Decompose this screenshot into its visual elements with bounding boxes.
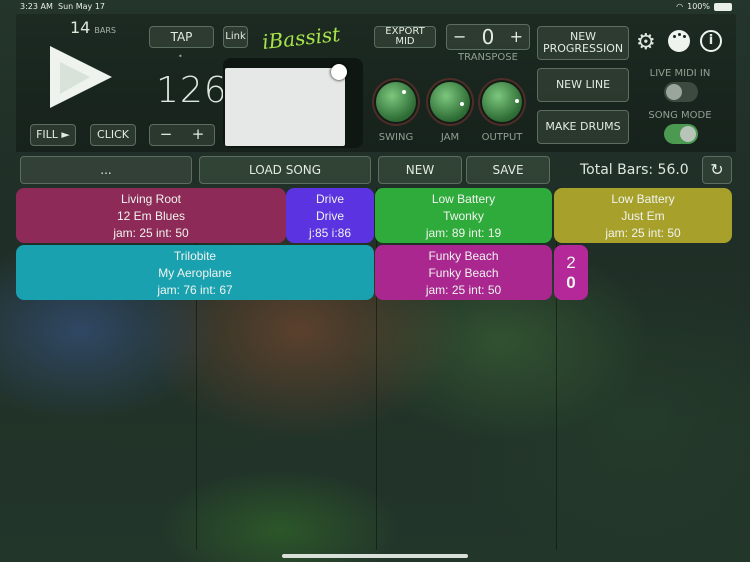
jam-knob[interactable] [430,82,470,122]
tap-button[interactable]: TAP [149,26,214,48]
refresh-icon[interactable]: ↻ [702,156,732,184]
clip-low-battery-twonky[interactable]: Low Battery Twonky jam: 89 int: 19 [375,188,552,243]
new-song-button[interactable]: NEW [378,156,462,184]
info-icon[interactable]: i [700,30,722,52]
clip-small[interactable]: 2 0 [554,245,588,300]
clip-progression: 12 Em Blues [116,208,186,223]
output-knob[interactable] [482,82,522,122]
tempo-plus[interactable]: + [192,126,205,143]
song-name-field[interactable]: ... [20,156,192,184]
clip-progression: My Aeroplane [158,265,232,280]
click-button[interactable]: CLICK [90,124,136,146]
grid-divider [376,188,377,550]
clip-progression: Drive [315,208,344,223]
home-indicator [282,554,468,558]
transpose-label: TRANSPOSE [458,52,518,63]
swing-knob[interactable] [376,82,416,122]
transpose-value: 0 [481,24,495,49]
grid-divider [556,188,557,550]
xy-pad[interactable] [225,68,345,146]
transpose-minus[interactable]: − [453,28,466,46]
clip-params: jam: 25 int: 50 [605,225,681,240]
top-panel: 14 BARS FILL ► CLICK TAP Link • 126 − + … [16,14,736,152]
gear-icon[interactable]: ⚙ [636,30,656,55]
bars-value: 14 [70,18,91,37]
clip-title: Drive [315,191,344,206]
bars-label: BARS [94,26,116,35]
clip-params: jam: 76 int: 67 [157,282,233,297]
clip-progression: Twonky [443,208,484,223]
battery-icon [714,2,732,11]
jam-label: JAM [440,132,460,143]
clip-title: Funky Beach [428,248,499,263]
link-button[interactable]: Link [223,26,248,48]
clip-progression: Just Em [621,208,665,223]
midi-icon[interactable] [668,30,690,52]
brand-logo: iBassist [260,21,342,55]
clip-params: jam: 89 int: 19 [425,225,502,240]
clip-number-sub: 0 [566,272,576,292]
battery-percent: 100% [687,2,710,11]
transpose-stepper[interactable]: − 0 + [446,24,530,50]
transpose-plus[interactable]: + [510,28,523,46]
fill-button[interactable]: FILL ► [30,124,76,146]
clip-title: Low Battery [431,191,496,206]
clip-drive[interactable]: Drive Drive j:85 i:86 [286,188,374,243]
tempo-value[interactable]: 126 [156,70,228,111]
clip-title: Trilobite [173,248,217,263]
clip-number: 2 [566,252,576,272]
song-mode-toggle[interactable] [664,124,698,144]
status-time: 3:23 AM Sun May 17 [20,2,106,11]
status-right: ◠ 100% [676,2,732,11]
save-song-button[interactable]: SAVE [466,156,550,184]
bars-counter: 14 BARS [70,18,116,37]
song-mode-label: SONG MODE [648,110,712,121]
clip-title: Living Root [120,191,182,206]
make-drums-button[interactable]: MAKE DRUMS [537,110,629,144]
total-bars: Total Bars: 56.0 [580,162,689,178]
load-song-button[interactable]: LOAD SONG [199,156,371,184]
live-midi-label: LIVE MIDI IN [649,68,711,79]
wifi-icon: ◠ [676,2,684,11]
clip-trilobite[interactable]: Trilobite My Aeroplane jam: 76 int: 67 [16,245,374,300]
clip-progression: Funky Beach [428,265,499,280]
tap-indicator: • [178,52,183,61]
live-midi-toggle[interactable] [664,82,698,102]
play-icon[interactable] [46,42,116,112]
tempo-stepper[interactable]: − + [149,124,215,146]
xy-pad-handle[interactable] [331,64,347,80]
status-bar: 3:23 AM Sun May 17 ◠ 100% [0,0,750,14]
clip-params: jam: 25 int: 50 [113,225,189,240]
new-progression-button[interactable]: NEW PROGRESSION [537,26,629,60]
clip-funky-beach[interactable]: Funky Beach Funky Beach jam: 25 int: 50 [375,245,552,300]
clip-low-battery-just-em[interactable]: Low Battery Just Em jam: 25 int: 50 [554,188,732,243]
clip-living-root[interactable]: Living Root 12 Em Blues jam: 25 int: 50 [16,188,286,243]
clip-params: j:85 i:86 [308,225,352,240]
tempo-minus[interactable]: − [160,126,173,143]
xy-pad-frame [223,58,363,148]
clip-title: Low Battery [611,191,675,206]
clip-params: jam: 25 int: 50 [425,282,502,297]
new-line-button[interactable]: NEW LINE [537,68,629,102]
swing-label: SWING [378,132,414,143]
output-label: OUTPUT [481,132,523,143]
export-midi-button[interactable]: EXPORT MID [374,26,436,48]
